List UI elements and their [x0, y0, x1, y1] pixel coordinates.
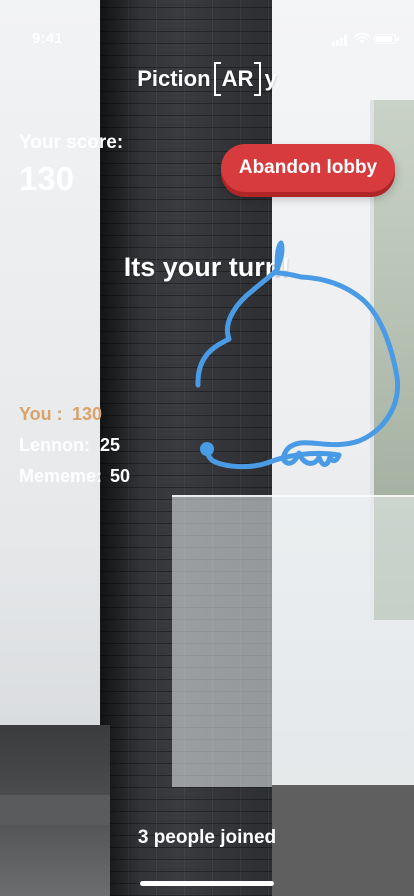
home-indicator[interactable] [140, 881, 274, 886]
abandon-lobby-button[interactable]: Abandon lobby [221, 144, 395, 192]
player-score: 130 [72, 404, 103, 424]
wifi-icon [354, 32, 370, 44]
status-bar: 9:41 [0, 0, 414, 47]
app-title: Piction AR y [0, 62, 414, 96]
player-name: You : [19, 404, 63, 424]
stairs [0, 725, 110, 896]
status-time: 9:41 [32, 30, 63, 47]
drawing-canvas[interactable] [185, 235, 405, 485]
player-name: Lennon: [19, 435, 90, 455]
score-label: Your score: [19, 132, 124, 153]
player-score: 25 [100, 435, 121, 455]
drawing-stroke [195, 240, 401, 470]
title-suffix: y [264, 66, 277, 91]
drawing-dot [200, 442, 214, 456]
cellular-signal-icon [332, 35, 350, 46]
glass-railing [172, 495, 414, 787]
player-name: Mememe: [19, 466, 103, 486]
title-prefix: Piction [137, 66, 211, 91]
title-ar-logo: AR [213, 62, 262, 96]
players-joined-count: 3 people joined [137, 827, 277, 848]
score-value: 130 [19, 160, 75, 197]
battery-icon [374, 34, 399, 44]
player-score: 50 [110, 466, 131, 486]
